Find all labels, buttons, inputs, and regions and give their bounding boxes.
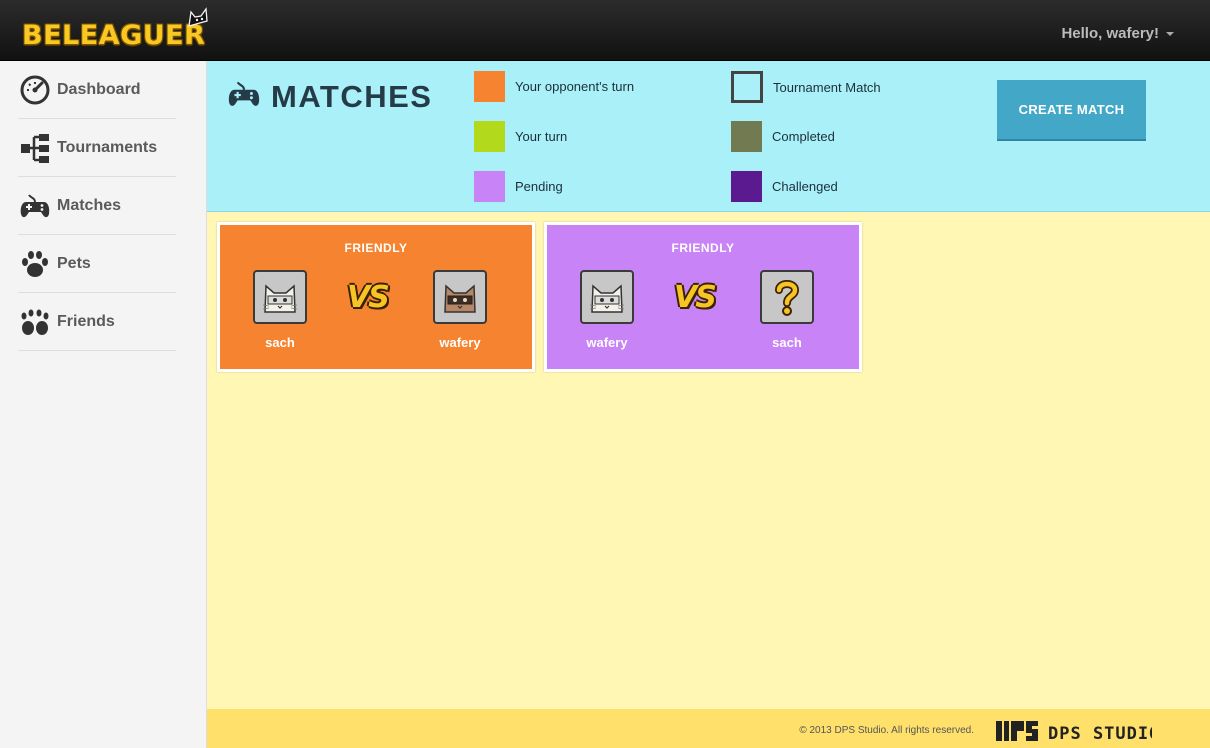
studio-logo-text: DPS STUDIO [1048, 724, 1152, 743]
sidebar-item-label: Tournaments [57, 138, 158, 156]
legend-label: Tournament Match [773, 79, 881, 95]
sidebar-item-tournaments[interactable]: Tournaments [18, 119, 176, 177]
legend-swatch [474, 171, 505, 202]
legend-swatch [731, 171, 762, 202]
paw-icon [18, 247, 52, 281]
page-header: MATCHES Your opponent's turn Your turn P… [207, 61, 1210, 212]
sidebar-item-dashboard[interactable]: Dashboard [18, 61, 176, 119]
legend-opponent-turn: Your opponent's turn [474, 71, 634, 102]
page-title-text: MATCHES [271, 78, 433, 114]
player-name: sach [772, 335, 802, 350]
paws-icon [18, 305, 52, 339]
legend-swatch [474, 71, 505, 102]
legend-pending: Pending [474, 171, 563, 202]
sidebar-item-label: Dashboard [57, 80, 141, 98]
legend-tournament-match: Tournament Match [731, 71, 881, 103]
white-cat-icon [580, 270, 634, 324]
user-menu-dropdown[interactable]: Hello, wafery! [1061, 25, 1174, 42]
top-navbar: BELEAGUER Hello, wafery! [0, 0, 1210, 61]
page-title: MATCHES [227, 77, 432, 116]
footer: © 2013 DPS Studio. All rights reserved. … [207, 709, 1210, 748]
player-name: wafery [439, 335, 481, 350]
app-logo[interactable]: BELEAGUER [22, 20, 205, 51]
sidebar-item-matches[interactable]: Matches [18, 177, 176, 235]
legend-swatch [731, 71, 763, 103]
sidebar-item-label: Friends [57, 312, 115, 330]
sidebar: Dashboard Tournaments Matches Pets Frien… [0, 61, 207, 748]
brown-cat-icon [433, 270, 487, 324]
copyright-text: © 2013 DPS Studio. All rights reserved. [799, 725, 974, 736]
legend-label: Completed [772, 129, 835, 144]
gamepad-icon [18, 189, 52, 223]
match-card[interactable]: FRIENDLY VS sach wafery [217, 222, 535, 372]
legend-label: Your turn [515, 129, 568, 144]
sidebar-item-label: Pets [57, 254, 91, 272]
legend-label: Your opponent's turn [515, 79, 635, 94]
versus-badge: VS [347, 280, 390, 315]
legend-your-turn: Your turn [474, 121, 567, 152]
sidebar-item-label: Matches [57, 196, 122, 214]
legend-label: Challenged [772, 179, 838, 194]
cat-ninja-icon [188, 7, 208, 27]
dps-studio-logo: DPS STUDIO [994, 719, 1159, 748]
match-type-label: FRIENDLY [671, 241, 735, 255]
match-card[interactable]: FRIENDLY VS wafery sach [544, 222, 862, 372]
legend-swatch [474, 121, 505, 152]
bracket-icon [18, 131, 52, 165]
question-mark-icon [760, 270, 814, 324]
legend-label: Pending [515, 179, 563, 194]
sidebar-item-friends[interactable]: Friends [18, 293, 176, 351]
gamepad-icon [227, 77, 261, 116]
player-name: sach [265, 335, 295, 350]
speedometer-icon [18, 73, 52, 107]
legend-swatch [731, 121, 762, 152]
matches-area: FRIENDLY VS sach wafery FRIENDLY VS wafe… [207, 212, 1210, 709]
legend-completed: Completed [731, 121, 835, 152]
caret-down-icon [1166, 32, 1174, 37]
versus-badge: VS [674, 280, 717, 315]
legend-challenged: Challenged [731, 171, 838, 202]
white-cat-icon [253, 270, 307, 324]
match-type-label: FRIENDLY [344, 241, 408, 255]
create-match-button[interactable]: CREATE MATCH [997, 80, 1146, 141]
player-name: wafery [586, 335, 628, 350]
sidebar-item-pets[interactable]: Pets [18, 235, 176, 293]
user-greeting: Hello, wafery! [1061, 25, 1159, 42]
